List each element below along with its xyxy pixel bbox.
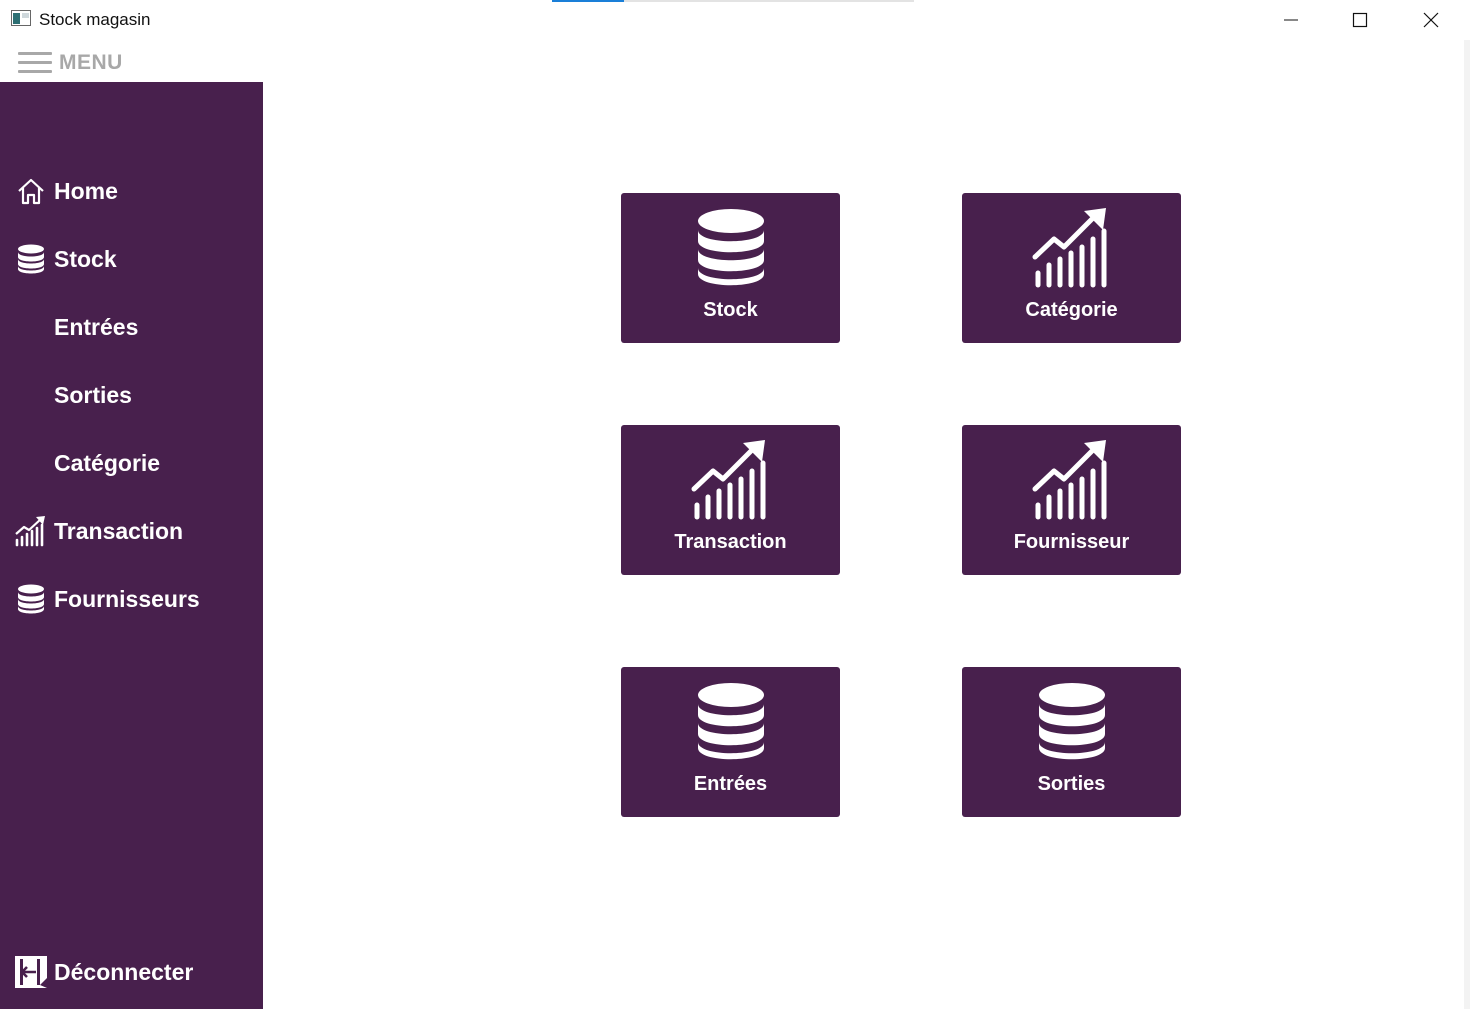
sidebar-item-stock[interactable]: Stock [0,235,263,283]
database-icon [14,242,48,276]
sidebar-item-fournisseurs[interactable]: Fournisseurs [0,575,263,623]
app-window-icon [11,10,31,26]
maximize-icon [1352,12,1368,28]
hamburger-icon [18,50,52,76]
logout-icon [14,955,48,989]
tile-entrees[interactable]: Entrées [621,667,840,817]
sidebar-item-transaction[interactable]: Transaction [0,507,263,555]
loading-progress-fill [552,0,625,2]
tile-sorties[interactable]: Sorties [962,667,1181,817]
menu-label: MENU [59,51,123,74]
window-edge [1464,40,1470,1009]
tile-label: Entrées [693,773,768,795]
chart-growth-icon [962,439,1181,521]
minimize-icon [1284,19,1298,21]
sidebar-item-label: Home [54,177,118,204]
tile-categorie[interactable]: Catégorie [962,193,1181,343]
sidebar-item-entrees[interactable]: Entrées [0,303,263,351]
tile-label: Stock [703,299,758,321]
database-icon [14,582,48,616]
tile-transaction[interactable]: Transaction [621,425,840,575]
sidebar-item-label: Stock [54,245,117,272]
chart-growth-icon [621,439,840,521]
chart-growth-icon [962,207,1181,289]
database-icon [621,681,840,763]
sidebar-item-label: Transaction [54,517,184,544]
loading-progress-bar [552,0,914,2]
tile-label: Sorties [1037,773,1106,795]
tile-fournisseur[interactable]: Fournisseur [962,425,1181,575]
database-icon [621,207,840,289]
home-icon [14,174,48,208]
sidebar-item-label: Sorties [54,381,132,408]
close-button[interactable] [1408,0,1454,40]
title-bar: Stock magasin [0,0,1470,40]
database-icon [962,681,1181,763]
chart-growth-icon [14,514,48,548]
sidebar-item-home[interactable]: Home [0,167,263,215]
maximize-button[interactable] [1337,0,1383,40]
window-title: Stock magasin [39,10,151,29]
tile-label: Transaction [674,531,787,553]
logout-label: Déconnecter [54,958,194,985]
tile-label: Catégorie [1025,299,1118,321]
logout-button[interactable]: Déconnecter [0,948,263,996]
sidebar-item-label: Entrées [54,313,139,340]
menu-toggle-button[interactable]: MENU [18,48,123,78]
tile-stock[interactable]: Stock [621,193,840,343]
minimize-button[interactable] [1268,0,1314,40]
sidebar-item-sorties[interactable]: Sorties [0,371,263,419]
sidebar: Home Stock Entrées Sorties Catégorie Tra… [0,82,263,1009]
sidebar-item-categorie[interactable]: Catégorie [0,439,263,487]
sidebar-item-label: Fournisseurs [54,585,200,612]
sidebar-item-label: Catégorie [54,449,161,476]
close-icon [1423,12,1439,28]
tile-label: Fournisseur [1013,531,1130,553]
